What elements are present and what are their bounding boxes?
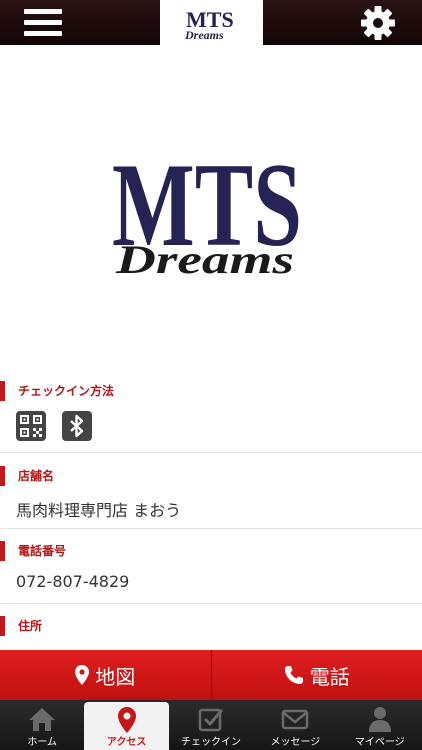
tab-home-label: ホーム xyxy=(27,737,58,748)
action-bar: 地図 電話 xyxy=(0,650,422,700)
home-icon xyxy=(29,708,56,731)
tab-checkin[interactable]: チェックイン xyxy=(169,700,253,750)
hamburger-icon[interactable] xyxy=(24,9,62,37)
map-pin-icon xyxy=(117,707,136,733)
store-logo-area: MTS Dreams xyxy=(0,45,422,367)
phone-section: 電話番号 072-807-4829 xyxy=(0,541,422,604)
call-button[interactable]: 電話 xyxy=(210,650,422,700)
tab-mypage[interactable]: マイページ xyxy=(338,700,422,750)
tab-bar: ホーム アクセス チェックイン メッセージ マイページ xyxy=(0,700,422,750)
app-header: MTS Dreams xyxy=(0,0,422,45)
checkin-method-section: チェックイン方法 xyxy=(0,381,422,453)
map-button[interactable]: 地図 xyxy=(0,650,211,700)
header-logo-mark: MTS Dreams xyxy=(184,7,234,42)
store-name-label: 店舗名 xyxy=(0,466,54,486)
store-name-value: 馬肉料理専門店 まおう xyxy=(16,501,182,520)
store-logo: MTS Dreams xyxy=(112,138,302,282)
qr-code-icon xyxy=(16,411,46,441)
phone-label: 電話番号 xyxy=(0,541,66,561)
tab-home[interactable]: ホーム xyxy=(0,700,84,750)
logo-text-bottom: Dreams xyxy=(115,237,294,282)
header-logo-bottom: Dreams xyxy=(184,28,224,42)
tab-checkin-label: チェックイン xyxy=(180,737,241,748)
user-icon xyxy=(368,707,391,732)
checkin-icon xyxy=(198,708,224,732)
address-section: 住所 xyxy=(0,616,422,650)
call-button-label: 電話 xyxy=(309,664,350,689)
bluetooth-icon xyxy=(62,411,92,441)
header-logo[interactable]: MTS Dreams xyxy=(160,0,263,45)
phone-icon xyxy=(284,666,303,684)
checkin-method-label: チェックイン方法 xyxy=(0,381,114,401)
map-button-label: 地図 xyxy=(95,664,136,689)
phone-value[interactable]: 072-807-4829 xyxy=(16,572,129,591)
tab-mypage-label: マイページ xyxy=(354,737,405,748)
tab-access-label: アクセス xyxy=(106,737,147,748)
gear-icon[interactable] xyxy=(359,4,397,42)
tab-access[interactable]: アクセス xyxy=(84,702,169,750)
address-label: 住所 xyxy=(0,616,42,636)
message-icon xyxy=(282,709,309,730)
tab-message[interactable]: メッセージ xyxy=(253,700,337,750)
store-name-section: 店舗名 馬肉料理専門店 まおう xyxy=(0,466,422,529)
map-pin-icon xyxy=(75,665,90,685)
tab-message-label: メッセージ xyxy=(270,737,321,748)
